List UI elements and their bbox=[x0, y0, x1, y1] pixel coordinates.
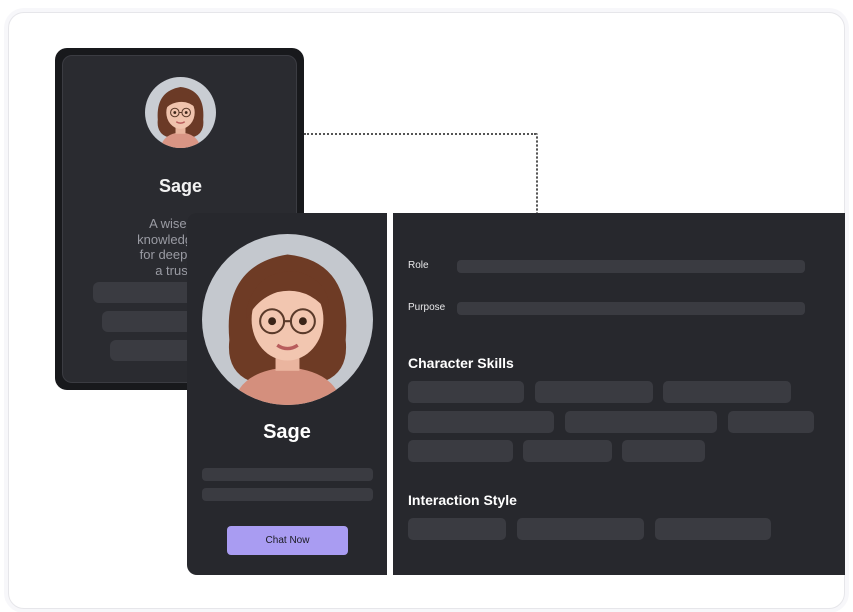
connector-line-vertical bbox=[536, 133, 538, 215]
skill-chip[interactable] bbox=[408, 440, 513, 462]
style-chip[interactable] bbox=[517, 518, 644, 540]
avatar bbox=[145, 77, 216, 148]
placeholder-bar bbox=[202, 488, 373, 501]
skills-heading: Character Skills bbox=[408, 355, 514, 371]
avatar-portrait-icon bbox=[145, 77, 216, 148]
chat-now-button[interactable]: Chat Now bbox=[227, 526, 348, 555]
style-chip[interactable] bbox=[655, 518, 771, 540]
skill-chip[interactable] bbox=[565, 411, 717, 433]
skill-chip[interactable] bbox=[663, 381, 791, 403]
skill-chip[interactable] bbox=[523, 440, 612, 462]
connector-line-horizontal bbox=[304, 133, 536, 135]
character-details-panel: Role Purpose Character Skills Interactio… bbox=[393, 213, 845, 575]
skill-chip[interactable] bbox=[728, 411, 814, 433]
avatar-portrait-icon bbox=[202, 234, 373, 405]
purpose-label: Purpose bbox=[408, 302, 446, 313]
placeholder-bar bbox=[202, 468, 373, 481]
skill-chip[interactable] bbox=[535, 381, 653, 403]
character-name: Sage bbox=[263, 421, 311, 443]
role-field[interactable] bbox=[457, 260, 805, 273]
purpose-field[interactable] bbox=[457, 302, 805, 315]
skill-chip[interactable] bbox=[408, 381, 524, 403]
character-profile-panel: Sage Chat Now bbox=[187, 213, 387, 575]
skill-chip[interactable] bbox=[408, 411, 554, 433]
role-label: Role bbox=[408, 260, 429, 271]
style-chip[interactable] bbox=[408, 518, 506, 540]
avatar bbox=[202, 234, 373, 405]
skill-chip[interactable] bbox=[622, 440, 705, 462]
character-name: Sage bbox=[158, 176, 203, 196]
interaction-style-heading: Interaction Style bbox=[408, 492, 517, 508]
